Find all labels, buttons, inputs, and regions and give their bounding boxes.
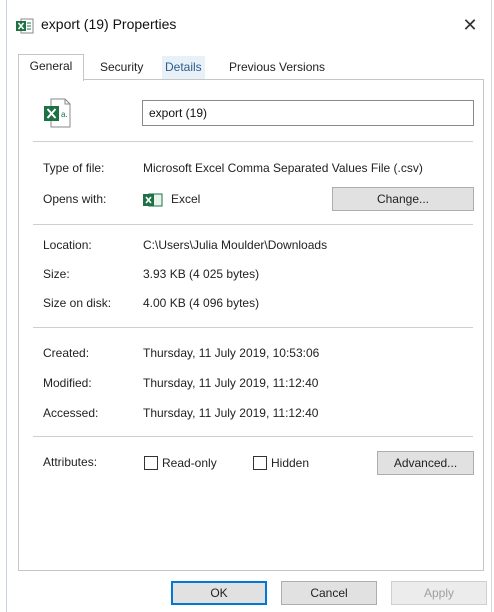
- opens-with-value: Excel: [171, 192, 201, 206]
- size-label: Size:: [43, 267, 70, 281]
- svg-text:a.: a.: [61, 110, 68, 119]
- divider: [33, 141, 473, 142]
- tab-strip: General Security Details Previous Versio…: [18, 54, 484, 81]
- location-value: C:\Users\Julia Moulder\Downloads: [143, 238, 328, 252]
- advanced-button[interactable]: Advanced...: [377, 451, 474, 475]
- tab-general[interactable]: General: [18, 54, 84, 81]
- properties-dialog: export (19) Properties ✕ General Securit…: [6, 0, 492, 612]
- ok-button-label: OK: [210, 586, 228, 600]
- tab-security[interactable]: Security: [97, 56, 146, 79]
- readonly-label: Read-only: [162, 456, 217, 470]
- advanced-button-label: Advanced...: [393, 456, 458, 470]
- close-icon: ✕: [462, 15, 478, 35]
- excel-app-icon: [143, 193, 163, 207]
- title-bar[interactable]: export (19) Properties ✕: [7, 0, 491, 52]
- tab-previous-versions[interactable]: Previous Versions: [226, 56, 328, 79]
- tab-general-label: General: [29, 59, 73, 73]
- divider: [33, 224, 473, 225]
- change-button-label: Change...: [376, 192, 430, 206]
- general-panel: a. Type of file: Microsoft Excel Comma S…: [18, 79, 484, 571]
- created-value: Thursday, 11 July 2019, 10:53:06: [143, 346, 320, 360]
- size-on-disk-value: 4.00 KB (4 096 bytes): [143, 296, 260, 310]
- change-button[interactable]: Change...: [332, 187, 474, 211]
- close-button[interactable]: ✕: [457, 12, 483, 38]
- modified-value: Thursday, 11 July 2019, 11:12:40: [143, 376, 319, 390]
- hidden-checkbox[interactable]: [253, 456, 267, 470]
- apply-button[interactable]: Apply: [391, 581, 487, 605]
- opens-with-label: Opens with:: [43, 192, 107, 206]
- tab-details-label: Details: [165, 60, 202, 74]
- excel-file-icon: a.: [43, 98, 71, 128]
- divider: [33, 436, 473, 437]
- tab-previous-versions-label: Previous Versions: [229, 60, 326, 74]
- accessed-label: Accessed:: [43, 406, 99, 420]
- size-on-disk-label: Size on disk:: [43, 296, 112, 310]
- attributes-label: Attributes:: [43, 455, 98, 469]
- divider: [33, 327, 473, 328]
- size-value: 3.93 KB (4 025 bytes): [143, 267, 260, 281]
- created-label: Created:: [43, 346, 90, 360]
- tab-details[interactable]: Details: [162, 56, 205, 79]
- excel-csv-icon: [16, 18, 34, 34]
- hidden-label: Hidden: [271, 456, 310, 470]
- apply-button-label: Apply: [423, 586, 455, 600]
- ok-button[interactable]: OK: [171, 581, 267, 605]
- window-title: export (19) Properties: [41, 16, 177, 32]
- tab-security-label: Security: [100, 60, 144, 74]
- type-of-file-label: Type of file:: [43, 161, 105, 175]
- type-of-file-value: Microsoft Excel Comma Separated Values F…: [143, 161, 423, 175]
- file-name-input[interactable]: [142, 100, 474, 126]
- readonly-checkbox[interactable]: [144, 456, 158, 470]
- accessed-value: Thursday, 11 July 2019, 11:12:40: [143, 406, 319, 420]
- cancel-button[interactable]: Cancel: [281, 581, 377, 605]
- location-label: Location:: [43, 238, 92, 252]
- cancel-button-label: Cancel: [310, 586, 348, 600]
- modified-label: Modified:: [43, 376, 92, 390]
